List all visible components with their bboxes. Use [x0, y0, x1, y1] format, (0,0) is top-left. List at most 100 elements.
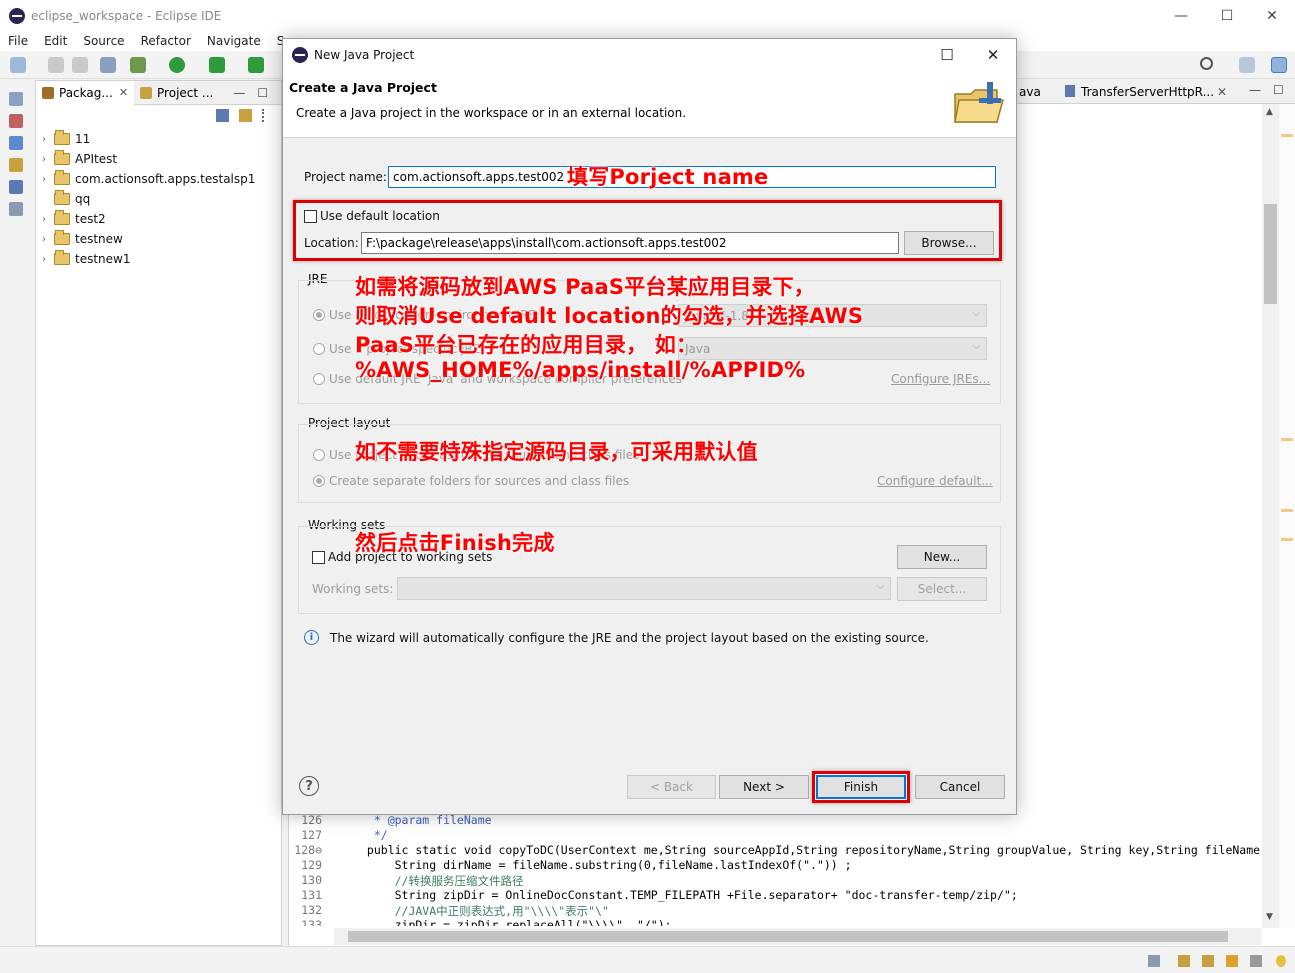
editor-vertical-scrollbar[interactable]: ▲ ▼: [1262, 104, 1279, 928]
layout-separate-folders-radio[interactable]: [313, 475, 325, 487]
add-to-working-sets-checkbox[interactable]: [312, 551, 325, 564]
tab-package-explorer[interactable]: Packag... ✕: [36, 80, 135, 105]
new-icon[interactable]: [10, 57, 26, 73]
close-icon[interactable]: ✕: [1217, 85, 1227, 99]
window-titlebar: eclipse_workspace - Eclipse IDE — ☐ ✕: [0, 0, 1295, 31]
editor-horizontal-scrollbar[interactable]: [334, 928, 1262, 945]
layout-separate-folders-label[interactable]: Create separate folders for sources and …: [329, 474, 629, 488]
minimize-editor-icon[interactable]: —: [1249, 83, 1261, 97]
tree-item[interactable]: › 11: [42, 129, 255, 149]
line-number: 130: [301, 873, 322, 887]
console-icon[interactable]: [9, 180, 23, 194]
expand-arrow-icon[interactable]: ›: [42, 134, 54, 145]
outline-icon[interactable]: [9, 114, 23, 128]
code-line: 127 */: [288, 828, 1260, 843]
new-java-project-dialog: New Java Project ☐ ✕ Create a Java Proje…: [282, 38, 1017, 815]
open-perspective-icon[interactable]: [1239, 57, 1255, 73]
menu-refactor[interactable]: Refactor: [133, 34, 199, 48]
expand-arrow-icon[interactable]: ›: [42, 154, 54, 165]
java-perspective-icon[interactable]: [1271, 57, 1287, 73]
close-button[interactable]: ✕: [1249, 0, 1295, 31]
tree-item[interactable]: qq: [42, 189, 255, 209]
scrollbar-thumb[interactable]: [1264, 204, 1277, 304]
project-name: qq: [75, 192, 91, 206]
expand-arrow-icon[interactable]: ›: [42, 174, 54, 185]
finish-highlight-box: [812, 771, 910, 803]
debug-icon[interactable]: [130, 57, 146, 73]
status-icon[interactable]: [1148, 955, 1160, 967]
code-editor[interactable]: 126 * @param fileName 127 */ 128⊖ public…: [288, 813, 1260, 926]
editor-tab-partial[interactable]: ava: [1019, 85, 1041, 99]
tree-item[interactable]: › test2: [42, 209, 255, 229]
scroll-down-icon[interactable]: ▼: [1266, 912, 1273, 922]
menu-source[interactable]: Source: [75, 34, 132, 48]
project-jre-select[interactable]: Java ⌵: [678, 337, 987, 360]
editor-tab-transfer-server[interactable]: TransferServerHttpR...: [1081, 85, 1214, 99]
tab-label: Packag...: [59, 85, 113, 100]
ruler-mark[interactable]: [1281, 509, 1293, 512]
ruler-mark[interactable]: [1281, 134, 1293, 137]
maximize-button[interactable]: ☐: [1204, 0, 1250, 31]
ruler-mark[interactable]: [1281, 538, 1293, 541]
menu-edit[interactable]: Edit: [36, 34, 75, 48]
external-tools-icon[interactable]: [248, 57, 264, 73]
jre-project-specific-radio[interactable]: [313, 343, 325, 355]
jre-default-radio[interactable]: [313, 373, 325, 385]
layout-project-folder-radio[interactable]: [313, 449, 325, 461]
restore-icon[interactable]: [9, 92, 23, 106]
next-button[interactable]: Next >: [719, 775, 809, 799]
tree-item[interactable]: › testnew1: [42, 249, 255, 269]
link-with-editor-icon[interactable]: [239, 109, 252, 122]
working-sets-select[interactable]: ⌵: [397, 577, 891, 600]
ruler-mark[interactable]: [1281, 438, 1293, 441]
help-icon[interactable]: ?: [299, 776, 319, 796]
project-folder-icon: [54, 210, 70, 225]
menu-navigate[interactable]: Navigate: [199, 34, 269, 48]
jre-execution-env-radio[interactable]: [313, 309, 325, 321]
dialog-close-button[interactable]: ✕: [970, 39, 1016, 70]
save-all-icon[interactable]: [72, 57, 88, 73]
scrollbar-thumb[interactable]: [348, 931, 1228, 942]
declaration-icon[interactable]: [9, 158, 23, 172]
tree-item[interactable]: › com.actionsoft.apps.testalsp1: [42, 169, 255, 189]
progress-icon[interactable]: [1250, 955, 1262, 967]
scroll-up-icon[interactable]: ▲: [1266, 107, 1273, 117]
tab-project-explorer[interactable]: Project ...: [134, 81, 219, 105]
back-button[interactable]: < Back: [627, 775, 716, 799]
cancel-button[interactable]: Cancel: [915, 775, 1005, 799]
tree-item[interactable]: › testnew: [42, 229, 255, 249]
problems-icon[interactable]: [9, 202, 23, 216]
search-icon[interactable]: [1200, 57, 1213, 70]
bookmark-icon[interactable]: [1178, 955, 1190, 967]
maximize-editor-icon[interactable]: ☐: [1273, 83, 1284, 97]
annotation-location-line1: 如需将源码放到AWS PaaS平台某应用目录下，: [355, 275, 816, 299]
save-icon[interactable]: [48, 57, 64, 73]
expand-arrow-icon[interactable]: ›: [42, 214, 54, 225]
run-icon[interactable]: [169, 57, 185, 73]
select-working-sets-button[interactable]: Select...: [897, 577, 987, 601]
collapse-all-icon[interactable]: [216, 109, 229, 122]
new-working-set-button[interactable]: New...: [897, 545, 987, 569]
minimize-view-icon[interactable]: —: [233, 86, 245, 100]
chevron-down-icon: ⌵: [972, 308, 980, 319]
dialog-maximize-button[interactable]: ☐: [924, 39, 970, 70]
task-icon[interactable]: [1202, 955, 1214, 967]
menu-file[interactable]: File: [0, 34, 36, 48]
lightbulb-icon[interactable]: [1276, 955, 1286, 967]
tree-item[interactable]: › APItest: [42, 149, 255, 169]
minimize-button[interactable]: —: [1158, 0, 1204, 31]
view-menu-icon[interactable]: [262, 109, 266, 122]
skip-breakpoints-icon[interactable]: [100, 57, 116, 73]
code-line: 131 String zipDir = OnlineDocConstant.TE…: [288, 888, 1260, 903]
javadoc-icon[interactable]: [9, 136, 23, 150]
tip-icon[interactable]: [1226, 955, 1238, 967]
configure-default-link[interactable]: Configure default...: [877, 474, 993, 488]
project-name-label: Project name:: [304, 170, 387, 184]
coverage-icon[interactable]: [209, 57, 225, 73]
maximize-view-icon[interactable]: ☐: [257, 86, 268, 100]
line-number: 131: [301, 888, 322, 902]
expand-arrow-icon[interactable]: ›: [42, 234, 54, 245]
close-icon[interactable]: ✕: [119, 86, 128, 99]
configure-jres-link[interactable]: Configure JREs...: [891, 372, 990, 386]
expand-arrow-icon[interactable]: ›: [42, 254, 54, 265]
